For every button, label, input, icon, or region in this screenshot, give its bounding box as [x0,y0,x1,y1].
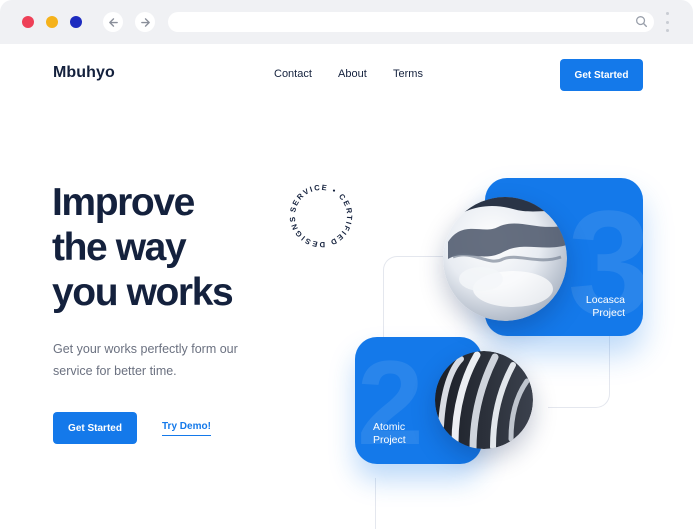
address-bar[interactable] [168,12,654,32]
folded-metal-sphere-image [435,351,533,449]
arrow-right-icon [140,17,150,27]
site-logo[interactable]: Mbuhyo [53,64,115,82]
browser-toolbar [0,0,693,44]
card-title: Atomic Project [373,421,406,447]
connector-line [548,330,610,408]
nav-link-about[interactable]: About [338,68,367,80]
connector-line [375,478,385,529]
card-title-line: Project [373,434,406,446]
kebab-menu-icon[interactable] [664,12,670,32]
forward-button[interactable] [135,12,155,32]
headline-line: the way [52,226,187,269]
try-demo-link[interactable]: Try Demo! [162,421,211,436]
card-title-line: Atomic [373,421,406,433]
hero-subtext: Get your works perfectly form our servic… [53,342,238,378]
hero-headline: Improve the way you works [52,180,234,315]
close-window-dot[interactable] [22,16,34,28]
badge-text: SERVICE • CERTIFIED DESIGNS [288,183,353,249]
nav-link-terms[interactable]: Terms [393,68,423,80]
certified-badge: SERVICE • CERTIFIED DESIGNS [288,183,354,249]
cloud-sphere-image [443,197,567,321]
minimize-window-dot[interactable] [46,16,58,28]
headline-line: you works [52,271,234,314]
header-get-started-button[interactable]: Get Started [560,59,643,91]
arrow-left-icon [108,17,118,27]
back-button[interactable] [103,12,123,32]
card-title-line: Project [592,307,625,319]
maximize-window-dot[interactable] [70,16,82,28]
card-title: Locasca Project [586,294,625,320]
search-icon [636,16,648,28]
svg-text:SERVICE • CERTIFIED DESIGNS: SERVICE • CERTIFIED DESIGNS [288,183,354,249]
card-title-line: Locasca [585,294,625,306]
hero-get-started-button[interactable]: Get Started [53,412,137,444]
nav-link-contact[interactable]: Contact [274,68,312,80]
headline-line: Improve [52,181,195,224]
